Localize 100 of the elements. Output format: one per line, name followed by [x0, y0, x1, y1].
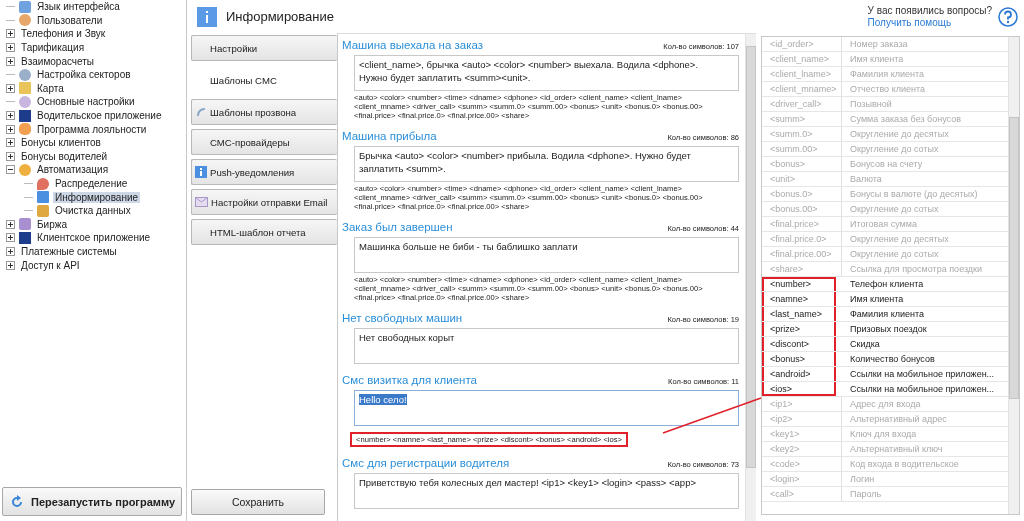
- tree-item[interactable]: Взаиморасчеты: [19, 55, 97, 67]
- template-title: Заказ был завершен: [342, 220, 453, 234]
- message-field[interactable]: <client_name>, брычка <auto> <color> <number> выехала. Водила <dphone>. Нужно будет заплатить <summ><unit>.: [354, 55, 739, 91]
- table-cell: <key2>: [762, 442, 842, 456]
- expand-icon[interactable]: [6, 247, 15, 256]
- table-cell-text: Номер заказа: [849, 38, 909, 51]
- expand-icon[interactable]: [6, 43, 15, 53]
- table-cell: <final.price>: [762, 217, 842, 231]
- expand-icon[interactable]: [6, 151, 15, 161]
- table-cell-text: Телефон клиента: [849, 278, 925, 291]
- tree-item[interactable]: Клиентское приложение: [35, 232, 153, 244]
- help-link[interactable]: Получить помощь: [867, 16, 992, 29]
- table-cell: <client_mname>: [762, 82, 842, 96]
- table-cell-text: Альтернативный ключ: [849, 443, 944, 456]
- save-button[interactable]: Сохранить: [191, 489, 325, 515]
- tree-item[interactable]: Пользователи: [35, 14, 105, 26]
- table-cell: <ip1>: [762, 397, 842, 411]
- expand-icon[interactable]: [6, 138, 15, 148]
- scrollbar[interactable]: [745, 34, 756, 521]
- table-cell: <number>: [762, 277, 836, 291]
- table-cell-text: Призовых поездок: [849, 323, 928, 336]
- tree-item[interactable]: Биржа: [35, 218, 69, 230]
- table-cell-text: Ссылки на мобильное приложен...: [849, 368, 996, 381]
- table-cell-text: Скидка: [849, 338, 881, 351]
- expand-icon[interactable]: [6, 219, 15, 229]
- tree-item[interactable]: Водительское приложение: [35, 110, 164, 122]
- tab[interactable]: HTML-шаблон отчета: [191, 219, 337, 245]
- scrollbar[interactable]: [1008, 37, 1019, 514]
- table-cell-text: Ссылка для просмотра поездки: [849, 263, 984, 276]
- tree-item[interactable]: Платежные системы: [19, 246, 119, 257]
- tree-item[interactable]: Бонусы водителей: [19, 150, 110, 162]
- table-cell-text: Пароль: [849, 488, 883, 501]
- tree-item[interactable]: Карта: [35, 82, 66, 94]
- tree-item[interactable]: Бонусы клиентов: [19, 137, 103, 149]
- expand-icon[interactable]: [6, 111, 15, 121]
- table-cell-text: Код входа в водительское: [849, 458, 960, 471]
- table-cell: <client_name>: [762, 52, 842, 66]
- collapse-icon[interactable]: [6, 165, 15, 175]
- tree-item[interactable]: Очистка данных: [53, 205, 133, 217]
- table-cell-text: Фамилия клиента: [849, 68, 926, 81]
- message-field[interactable]: Машинка больше не биби - ты баблишко заплати: [354, 237, 739, 273]
- tree-item[interactable]: Информирование: [53, 191, 141, 203]
- table-cell-text: Логин: [849, 473, 876, 486]
- table-cell-text: Адрес для входа: [849, 398, 922, 411]
- info-icon: [195, 166, 207, 178]
- tab[interactable]: СМС-провайдеры: [191, 129, 337, 155]
- expand-icon[interactable]: [6, 83, 15, 93]
- table-cell: <call>: [762, 487, 842, 501]
- table-cell-text: Округление до десятых: [849, 128, 950, 141]
- expand-icon[interactable]: [6, 124, 15, 134]
- page-title: Информирование: [226, 9, 334, 24]
- tab[interactable]: Шаблоны прозвона: [191, 99, 337, 125]
- tree-item[interactable]: Телефония и Звук: [19, 28, 108, 40]
- expand-icon[interactable]: [6, 233, 15, 243]
- table-cell-text: Отчество клиента: [849, 83, 926, 96]
- table-cell-text: Позывной: [849, 98, 893, 111]
- table-cell: <key1>: [762, 427, 842, 441]
- info-icon: [37, 191, 49, 204]
- table-cell: <bonus.00>: [762, 202, 842, 216]
- message-field[interactable]: Нет свободных корыт: [354, 328, 739, 364]
- table-cell: <ios>: [762, 382, 836, 396]
- tree-item[interactable]: Автоматизация: [35, 164, 111, 176]
- table-cell: <final.price.00>: [762, 247, 842, 261]
- table-cell-text: Фамилия клиента: [849, 308, 926, 321]
- tree-item[interactable]: Программа лояльности: [35, 123, 149, 135]
- tree-item[interactable]: Настройка секторов: [35, 69, 133, 81]
- message-field[interactable]: Приветствую тебя колесных дел мастер! <ip1> <key1> <login> <pass> <app>: [354, 473, 739, 509]
- expand-icon[interactable]: [6, 260, 15, 270]
- tab[interactable]: Настройки отправки Email: [191, 189, 337, 215]
- table-cell: <discont>: [762, 337, 836, 351]
- template-title: Нет свободных машин: [342, 311, 463, 325]
- table-cell-text: Бонусы в валюте (до десятых): [849, 188, 979, 201]
- tree-item[interactable]: Распределение: [53, 178, 130, 189]
- tree-item[interactable]: Доступ к API: [19, 259, 82, 271]
- tree-item[interactable]: Тарификация: [19, 42, 87, 54]
- table-cell-text: Округление до сотых: [849, 203, 940, 216]
- table-cell-text: Имя клиента: [849, 293, 905, 306]
- table-cell: <summ.0>: [762, 127, 842, 141]
- tree-item[interactable]: Язык интерфейса: [35, 1, 122, 13]
- message-field[interactable]: Брычка <auto> <color> <number> прибыла. Водила <dphone>. Нужно будет заплатить <summ>.: [354, 146, 739, 182]
- table-cell-text: Сумма заказа без бонусов: [849, 113, 962, 126]
- table-cell-text: Количество бонусов: [849, 353, 936, 366]
- expand-icon[interactable]: [6, 56, 15, 66]
- table-cell: <login>: [762, 472, 842, 486]
- table-cell: <share>: [762, 262, 842, 276]
- table-cell-text: Валюта: [849, 173, 883, 186]
- table-cell: <android>: [762, 367, 836, 381]
- help-icon[interactable]: [998, 6, 1018, 27]
- tab[interactable]: Настройки: [191, 35, 337, 61]
- table-cell: <namne>: [762, 292, 836, 306]
- message-field[interactable]: Hello село!: [354, 390, 739, 426]
- table-cell: <client_lname>: [762, 67, 842, 81]
- tree-item[interactable]: Основные настройки: [35, 96, 137, 108]
- table-cell: <final.price.0>: [762, 232, 842, 246]
- table-cell: <summ.00>: [762, 142, 842, 156]
- table-cell-text: Ключ для входа: [849, 428, 918, 441]
- restart-button[interactable]: Перезапустить программу: [2, 487, 182, 516]
- expand-icon[interactable]: [6, 29, 15, 39]
- table-cell: <bonus>: [762, 352, 836, 366]
- tab[interactable]: Push-уведомления: [191, 159, 337, 185]
